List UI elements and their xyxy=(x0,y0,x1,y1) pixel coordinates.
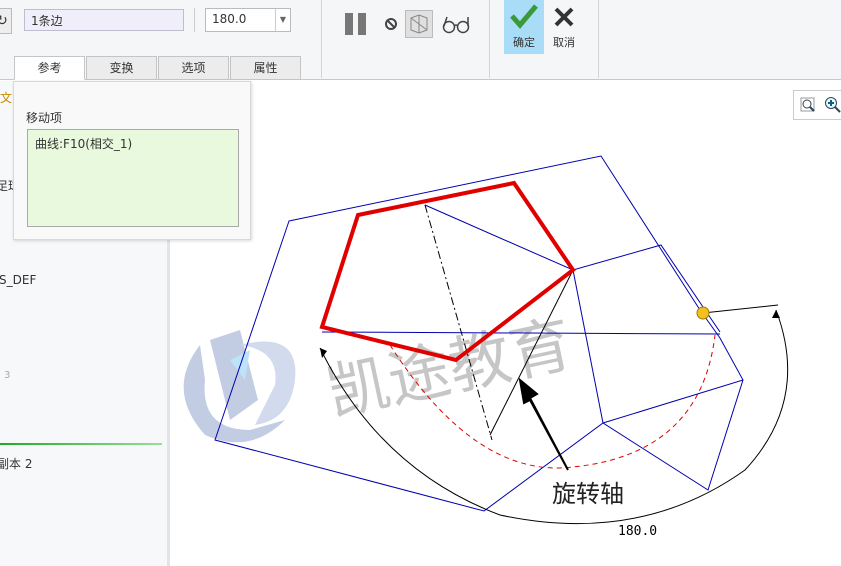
ok-button[interactable]: 确定 xyxy=(504,0,544,54)
no-preview-icon[interactable] xyxy=(384,17,398,31)
divider xyxy=(489,0,490,78)
angle-value: 180.0 xyxy=(212,12,247,26)
ok-label: 确定 xyxy=(513,36,535,49)
flip-direction-button[interactable]: ↻ xyxy=(0,8,12,34)
geometry-preview-icon[interactable] xyxy=(405,10,433,38)
angle-dimension[interactable]: 180.0 xyxy=(618,524,657,539)
tab-references[interactable]: 参考 xyxy=(14,56,85,80)
tree-fragment[interactable]: 文 xyxy=(0,89,12,106)
tab-bar: 参考 变换 选项 属性 xyxy=(14,56,302,80)
ribbon: ↻ 1条边 180.0 ▼ 参考 变换 选项 属性 确定 取消 xyxy=(0,0,841,80)
graphics-canvas[interactable]: 凯途教育 180.0 旋转轴 xyxy=(172,81,841,566)
insert-marker[interactable] xyxy=(0,443,162,445)
extension-line xyxy=(702,304,779,314)
glasses-icon[interactable] xyxy=(441,14,471,34)
divider xyxy=(598,0,599,78)
chevron-down-icon[interactable]: ▼ xyxy=(275,9,290,31)
divider xyxy=(321,0,322,78)
angle-input[interactable]: 180.0 ▼ xyxy=(205,8,291,32)
tab-options[interactable]: 选项 xyxy=(158,56,229,80)
move-items-label: 移动项 xyxy=(26,111,63,125)
arrow-annotation xyxy=(518,377,569,471)
close-icon xyxy=(554,7,574,27)
drag-handle[interactable] xyxy=(696,306,710,320)
tree-fragment[interactable]: S_DEF xyxy=(0,273,36,287)
divider xyxy=(194,8,195,32)
checkmark-icon xyxy=(510,4,538,29)
tab-properties[interactable]: 属性 xyxy=(230,56,301,80)
pause-icon[interactable] xyxy=(344,12,368,36)
watermark-logo xyxy=(183,330,296,443)
cancel-button[interactable]: 取消 xyxy=(546,0,582,54)
cancel-label: 取消 xyxy=(553,36,575,49)
rotation-axis-label: 旋转轴 xyxy=(552,480,624,508)
tab-transform[interactable]: 变换 xyxy=(86,56,157,80)
tree-fragment[interactable]: 3 xyxy=(4,370,10,381)
tree-fragment[interactable]: 副本 2 xyxy=(0,455,32,472)
reference-collector[interactable]: 1条边 xyxy=(24,9,184,31)
